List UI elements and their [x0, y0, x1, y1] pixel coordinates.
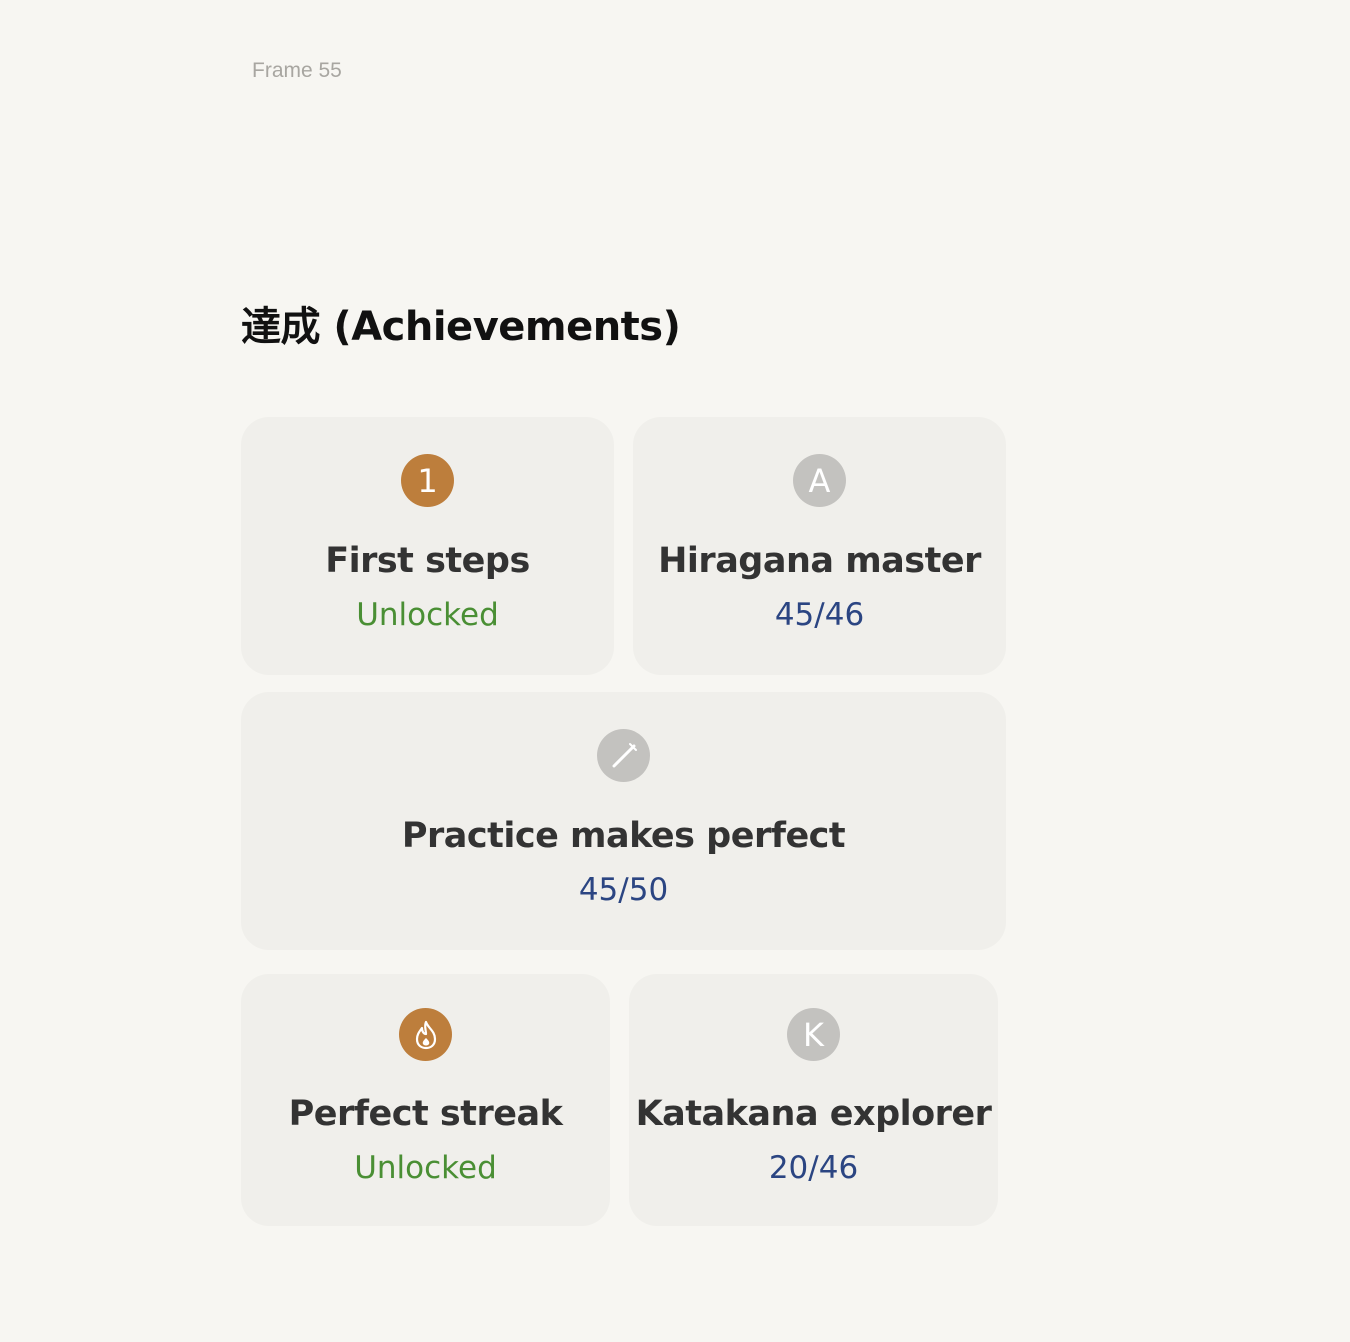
frame-label: Frame 55 — [252, 59, 342, 82]
letter-k-icon: K — [787, 1008, 840, 1061]
achievement-status: Unlocked — [356, 597, 499, 633]
achievement-title: Hiragana master — [658, 541, 981, 581]
achievement-status: Unlocked — [354, 1150, 497, 1186]
achievement-title: First steps — [325, 541, 530, 581]
achievement-card-katakana-explorer[interactable]: K Katakana explorer 20/46 — [629, 974, 998, 1226]
pencil-icon — [597, 729, 650, 782]
section-title: 達成 (Achievements) — [241, 304, 681, 350]
letter-a-icon: A — [793, 454, 846, 507]
achievement-card-perfect-streak[interactable]: Perfect streak Unlocked — [241, 974, 610, 1226]
achievement-title: Perfect streak — [288, 1094, 563, 1134]
achievement-card-practice-makes-perfect[interactable]: Practice makes perfect 45/50 — [241, 692, 1006, 950]
achievement-title: Practice makes perfect — [401, 816, 846, 856]
achievement-card-first-steps[interactable]: 1 First steps Unlocked — [241, 417, 614, 675]
achievement-progress: 45/50 — [578, 872, 669, 908]
achievement-progress: 20/46 — [768, 1150, 859, 1186]
number-one-icon: 1 — [401, 454, 454, 507]
achievement-card-hiragana-master[interactable]: A Hiragana master 45/46 — [633, 417, 1006, 675]
achievement-title: Katakana explorer — [635, 1094, 992, 1134]
achievement-progress: 45/46 — [774, 597, 865, 633]
flame-icon — [399, 1008, 452, 1061]
